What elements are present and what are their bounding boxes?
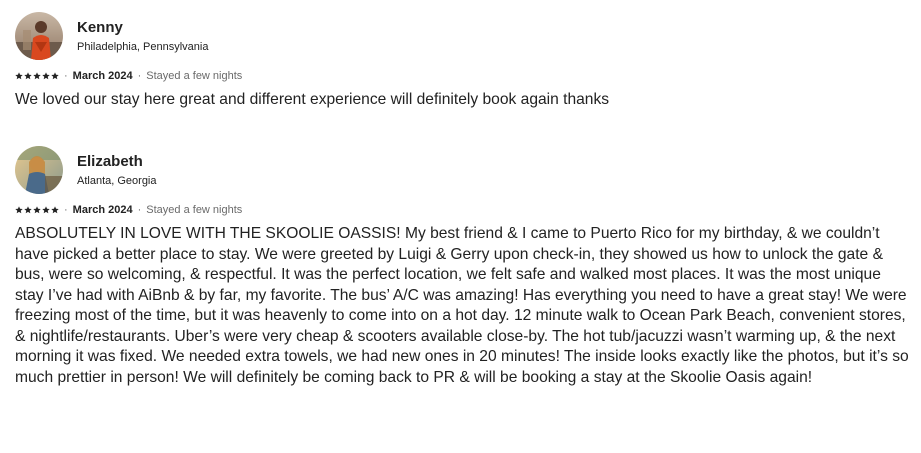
review-item: Elizabeth Atlanta, Georgia · March 2024 … bbox=[15, 146, 909, 388]
rating-stars bbox=[15, 206, 59, 214]
review-meta: · March 2024 · Stayed a few nights bbox=[15, 202, 909, 218]
separator-dot: · bbox=[64, 204, 68, 216]
star-icon bbox=[33, 72, 41, 80]
star-icon bbox=[15, 206, 23, 214]
review-date: March 2024 bbox=[72, 204, 133, 216]
reviewer-location: Atlanta, Georgia bbox=[77, 174, 157, 187]
rating-stars bbox=[15, 72, 59, 80]
review-text: We loved our stay here great and differe… bbox=[15, 91, 610, 108]
star-icon bbox=[33, 206, 41, 214]
star-icon bbox=[15, 72, 23, 80]
reviewer-name: Elizabeth bbox=[77, 152, 143, 170]
separator-dot: · bbox=[64, 70, 68, 82]
star-icon bbox=[24, 72, 32, 80]
avatar-photo-icon bbox=[15, 12, 63, 60]
avatar-photo-icon bbox=[15, 146, 63, 194]
reviewer-header: Elizabeth Atlanta, Georgia bbox=[15, 146, 909, 194]
review-text: ABSOLUTELY IN LOVE WITH THE SKOOLIE OASS… bbox=[15, 225, 909, 386]
star-icon bbox=[42, 72, 50, 80]
review-meta: · March 2024 · Stayed a few nights bbox=[15, 68, 909, 84]
star-icon bbox=[51, 72, 59, 80]
avatar[interactable] bbox=[15, 146, 63, 194]
stay-length: Stayed a few nights bbox=[146, 70, 243, 82]
star-icon bbox=[24, 206, 32, 214]
separator-dot: · bbox=[137, 70, 142, 82]
avatar[interactable] bbox=[15, 12, 63, 60]
star-icon bbox=[42, 206, 50, 214]
reviewer-name: Kenny bbox=[77, 18, 123, 36]
star-icon bbox=[51, 206, 59, 214]
review-date: March 2024 bbox=[72, 70, 133, 82]
stay-length: Stayed a few nights bbox=[146, 204, 243, 216]
reviewer-header: Kenny Philadelphia, Pennsylvania bbox=[15, 12, 909, 60]
review-item: Kenny Philadelphia, Pennsylvania · March… bbox=[15, 12, 909, 111]
reviewer-location: Philadelphia, Pennsylvania bbox=[77, 40, 209, 53]
separator-dot: · bbox=[137, 204, 142, 216]
